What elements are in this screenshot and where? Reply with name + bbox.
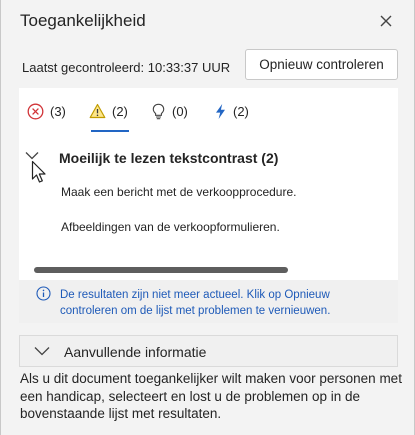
info-icon xyxy=(36,286,51,301)
issue-group-title: Moeilijk te lezen tekstcontrast (2) xyxy=(59,150,279,166)
error-icon xyxy=(27,103,44,119)
result-tabs: (3) (2) (0) (2) xyxy=(19,88,398,132)
issue-item[interactable]: Maak een bericht met de verkoopprocedure… xyxy=(61,185,296,199)
issue-item[interactable]: Afbeeldingen van de verkoopformulieren. xyxy=(61,220,280,234)
additional-info-label: Aanvullende informatie xyxy=(64,344,207,360)
active-tab-indicator xyxy=(91,130,129,132)
recheck-button[interactable]: Opnieuw controleren xyxy=(245,49,398,80)
horizontal-scrollbar[interactable] xyxy=(34,267,288,273)
close-icon xyxy=(380,15,392,27)
chevron-down-icon xyxy=(25,152,39,160)
help-text: Als u dit document toegankelijker wilt m… xyxy=(20,371,402,421)
issue-group-header[interactable]: Moeilijk te lezen tekstcontrast (2) xyxy=(19,146,398,172)
tab-errors-count: (3) xyxy=(50,103,66,119)
pane-titlebar: Toegankelijkheid xyxy=(1,0,414,44)
chevron-down-icon xyxy=(34,347,50,356)
stale-results-text: De resultaten zijn niet meer actueel. Kl… xyxy=(60,289,331,317)
accessibility-pane: Toegankelijkheid Laatst gecontroleerd: 1… xyxy=(0,0,415,435)
additional-info-section[interactable]: Aanvullende informatie xyxy=(19,335,398,367)
tab-errors[interactable]: (3) xyxy=(27,100,66,122)
warning-icon xyxy=(89,103,106,119)
last-checked-text: Laatst gecontroleerd: 10:33:37 UUR xyxy=(22,60,231,75)
tab-warnings-count: (2) xyxy=(112,103,128,119)
tab-intelligent-services[interactable]: (2) xyxy=(214,100,249,122)
check-row: Laatst gecontroleerd: 10:33:37 UUR Opnie… xyxy=(1,44,414,86)
pane-title: Toegankelijkheid xyxy=(20,11,146,30)
mouse-pointer-icon xyxy=(31,160,46,183)
lightning-icon xyxy=(216,103,225,119)
results-card: (3) (2) (0) (2) Moeilijk te lezen tekstc… xyxy=(19,88,398,323)
close-button[interactable] xyxy=(373,10,399,32)
tab-tips[interactable]: (0) xyxy=(151,100,188,122)
tip-icon xyxy=(152,103,165,119)
tab-tips-count: (0) xyxy=(172,103,188,119)
tab-warnings[interactable]: (2) xyxy=(89,100,128,122)
stale-results-notice: De resultaten zijn niet meer actueel. Kl… xyxy=(19,280,398,323)
tab-intelligent-services-count: (2) xyxy=(233,103,249,119)
